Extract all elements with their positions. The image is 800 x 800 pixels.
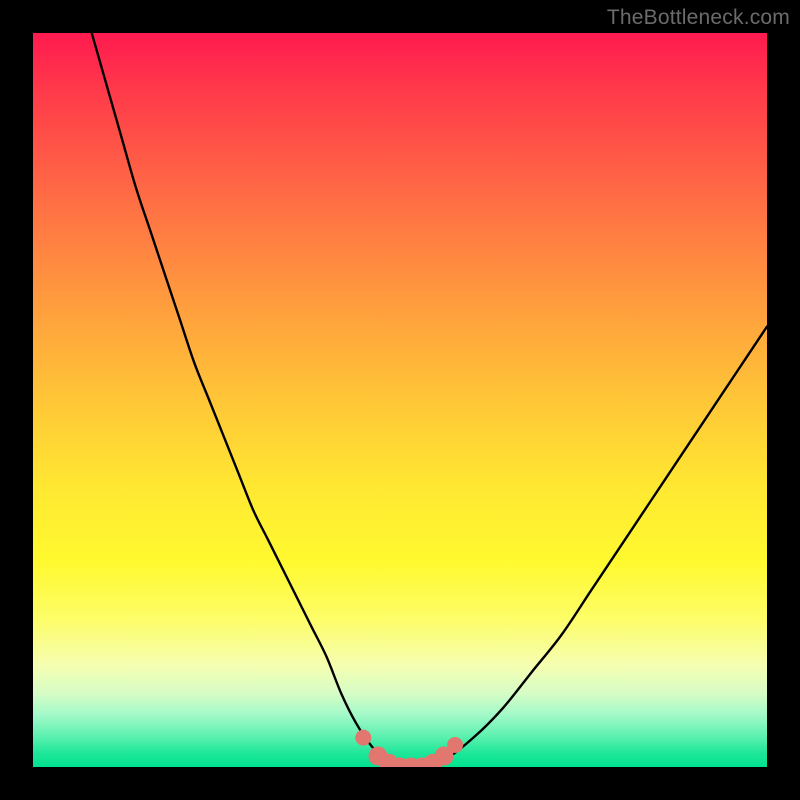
- curve-layer: [92, 33, 767, 767]
- plot-area: [33, 33, 767, 767]
- marker-layer: [355, 730, 463, 767]
- watermark-text: TheBottleneck.com: [607, 6, 790, 30]
- data-marker: [355, 730, 371, 746]
- chart-frame: TheBottleneck.com: [0, 0, 800, 800]
- chart-svg: [33, 33, 767, 767]
- bottleneck-curve: [92, 33, 767, 767]
- data-marker: [447, 737, 463, 753]
